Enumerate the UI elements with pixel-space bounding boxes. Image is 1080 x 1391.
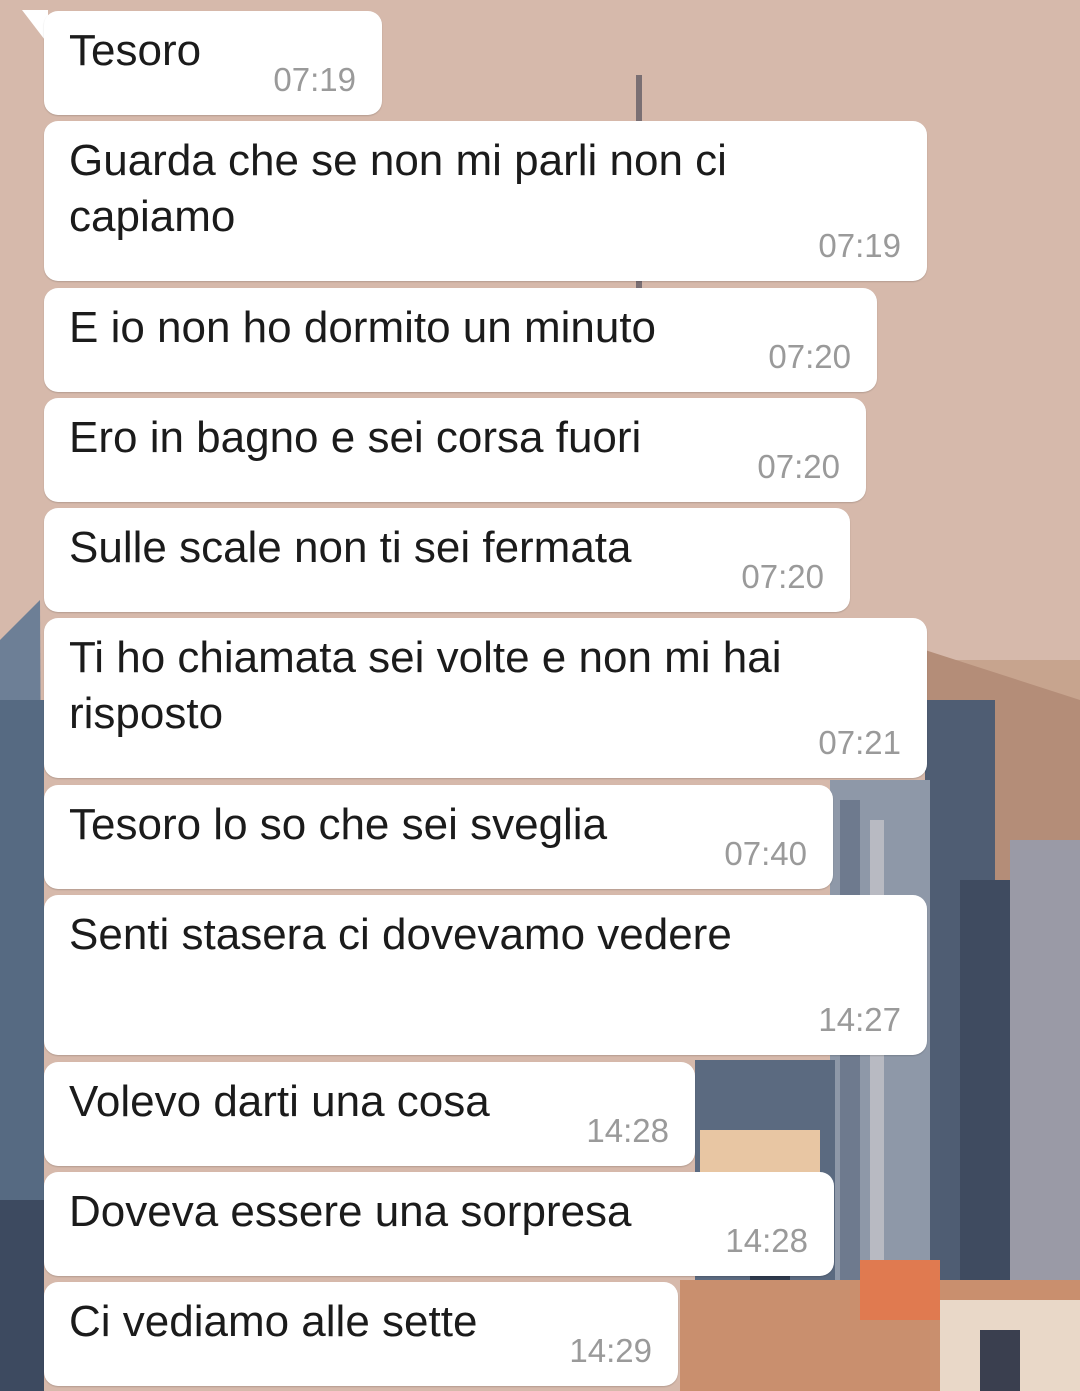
message-text: Sulle scale non ti sei fermata <box>69 523 632 572</box>
message-timestamp: 07:20 <box>741 558 824 595</box>
incoming-message[interactable]: Ci vediamo alle sette 14:29 <box>44 1282 678 1386</box>
incoming-message[interactable]: Doveva essere una sorpresa 14:28 <box>44 1172 834 1276</box>
incoming-message[interactable]: Volevo darti una cosa 14:28 <box>44 1062 695 1166</box>
message-text: Guarda che se non mi parli non ci capiam… <box>69 136 727 241</box>
incoming-message[interactable]: E io non ho dormito un minuto 07:20 <box>44 288 877 392</box>
message-text: Ti ho chiamata sei volte e non mi hai ri… <box>69 633 782 738</box>
incoming-message[interactable]: Sulle scale non ti sei fermata 07:20 <box>44 508 850 612</box>
message-text: Ero in bagno e sei corsa fuori <box>69 413 642 462</box>
message-timestamp: 14:29 <box>569 1332 652 1369</box>
message-timestamp: 07:40 <box>724 835 807 872</box>
chat-message-list[interactable]: Tesoro 07:19 Guarda che se non mi parli … <box>0 0 1080 1391</box>
message-text: Tesoro <box>69 26 202 75</box>
message-text: Senti stasera ci dovevamo vedere <box>69 910 732 959</box>
message-text: Doveva essere una sorpresa <box>69 1187 632 1236</box>
message-text: Tesoro lo so che sei sveglia <box>69 800 608 849</box>
message-timestamp: 07:21 <box>818 724 901 761</box>
message-timestamp: 14:27 <box>818 1001 901 1038</box>
message-timestamp: 07:20 <box>757 448 840 485</box>
incoming-message[interactable]: Ero in bagno e sei corsa fuori 07:20 <box>44 398 866 502</box>
incoming-message[interactable]: Senti stasera ci dovevamo vedere 14:27 <box>44 895 927 1055</box>
incoming-message[interactable]: Guarda che se non mi parli non ci capiam… <box>44 121 927 281</box>
message-text: Ci vediamo alle sette <box>69 1297 478 1346</box>
message-timestamp: 14:28 <box>725 1222 808 1259</box>
message-timestamp: 07:19 <box>273 61 356 98</box>
message-text: E io non ho dormito un minuto <box>69 303 657 352</box>
message-timestamp: 14:28 <box>586 1112 669 1149</box>
incoming-message[interactable]: Ti ho chiamata sei volte e non mi hai ri… <box>44 618 927 778</box>
message-timestamp: 07:20 <box>768 338 851 375</box>
message-text: Volevo darti una cosa <box>69 1077 490 1126</box>
incoming-message[interactable]: Tesoro 07:19 <box>44 11 382 115</box>
message-timestamp: 07:19 <box>818 227 901 264</box>
incoming-message[interactable]: Tesoro lo so che sei sveglia 07:40 <box>44 785 833 889</box>
